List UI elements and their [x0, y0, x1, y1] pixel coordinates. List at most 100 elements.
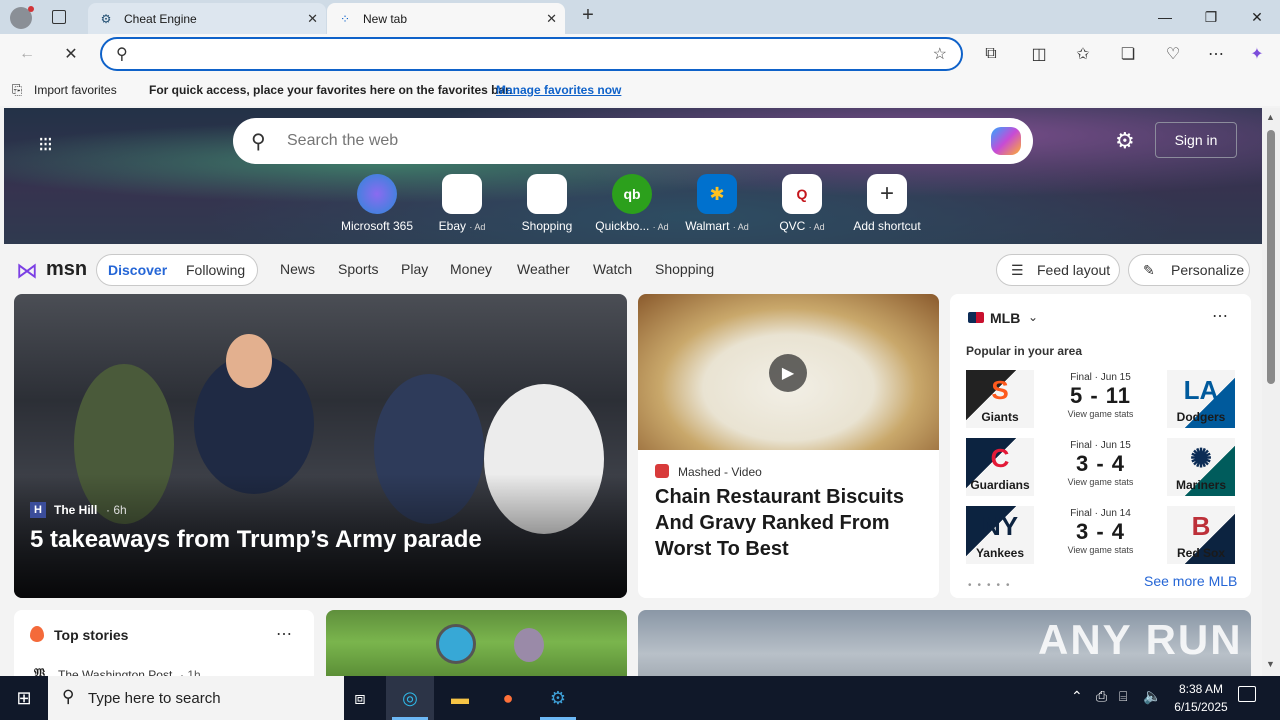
close-tab-icon[interactable]: ✕ [307, 11, 318, 27]
scrollbar-thumb[interactable] [1267, 130, 1275, 384]
notifications-icon[interactable] [1238, 686, 1256, 702]
tab-actions-icon[interactable] [52, 10, 66, 24]
shortcut-qvc[interactable]: Q QVC · Ad [759, 174, 845, 233]
minimize-button[interactable]: — [1142, 0, 1188, 34]
firefox-icon[interactable]: ● [484, 676, 532, 720]
main-story-card[interactable]: H The Hill · 6h 5 takeaways from Trump’s… [14, 294, 627, 598]
shortcut-walmart[interactable]: ✱ Walmart · Ad [674, 174, 760, 233]
clock-time[interactable]: 8:38 AM [1172, 682, 1230, 696]
import-favorites-button[interactable]: Import favorites [34, 83, 117, 97]
tray-app-icon[interactable]: ⎙ [1096, 688, 1107, 705]
stop-loading-icon[interactable]: ✕ [56, 40, 86, 68]
close-tab-icon[interactable]: ✕ [546, 11, 557, 27]
game-row[interactable]: NY Yankees Final · Jun 14 3 - 4 View gam… [966, 506, 1235, 564]
network-icon[interactable]: ⌸ [1119, 688, 1127, 705]
the-hill-icon: H [30, 502, 46, 518]
game-image [436, 624, 476, 664]
play-video-icon[interactable]: ▶ [769, 354, 807, 392]
view-game-stats-link[interactable]: View game stats [1034, 477, 1167, 487]
mashed-icon [655, 464, 669, 478]
nav-weather[interactable]: Weather [517, 261, 570, 277]
restore-button[interactable]: ❐ [1188, 0, 1234, 34]
more-options-icon[interactable]: ⋯ [276, 624, 292, 644]
apps-launcher-icon[interactable]: ⁝⁝⁝ [38, 132, 53, 157]
top-stories-title[interactable]: Top stories [54, 627, 128, 643]
shortcut-shopping[interactable]: 🏷 Shopping [504, 174, 590, 233]
scroll-down-icon[interactable]: ▼ [1266, 659, 1275, 669]
see-more-mlb-link[interactable]: See more MLB [1144, 573, 1237, 589]
back-icon[interactable]: ← [12, 40, 42, 68]
web-search-input[interactable] [287, 130, 947, 152]
favorite-star-icon[interactable]: ☆ [933, 44, 947, 64]
copilot-icon[interactable] [991, 127, 1021, 155]
game-row[interactable]: C Guardians Final · Jun 15 3 - 4 View ga… [966, 438, 1235, 496]
edge-icon[interactable]: ◎ [386, 676, 434, 720]
cheat-engine-icon[interactable]: ⚙ [534, 676, 582, 720]
extensions-icon[interactable]: ⧉ [976, 40, 1006, 68]
clock-date[interactable]: 6/15/2025 [1168, 700, 1234, 714]
address-input[interactable] [142, 43, 902, 65]
more-menu-icon[interactable]: ⋯ [1201, 40, 1231, 68]
nav-shopping[interactable]: Shopping [655, 261, 714, 277]
nav-watch[interactable]: Watch [593, 261, 632, 277]
view-game-stats-link[interactable]: View game stats [1034, 409, 1167, 419]
mlb-title[interactable]: MLB [990, 310, 1020, 326]
cheat-engine-icon: ⚙ [100, 11, 112, 26]
away-team[interactable]: B Red Sox [1167, 506, 1235, 564]
away-team[interactable]: ✺ Mariners [1167, 438, 1235, 496]
home-team[interactable]: S Giants [966, 370, 1034, 428]
nav-play[interactable]: Play [401, 261, 428, 277]
sign-in-button[interactable]: Sign in [1155, 122, 1237, 158]
split-screen-icon[interactable]: ◫ [1024, 40, 1054, 68]
start-windows-icon[interactable]: ⊞ [0, 676, 48, 720]
vertical-scrollbar[interactable]: ▲ ▼ [1262, 108, 1280, 676]
story-headline[interactable]: 5 takeaways from Trump’s Army parade [30, 526, 482, 554]
home-team[interactable]: C Guardians [966, 438, 1034, 496]
show-hidden-icons[interactable]: ⌃ [1071, 688, 1083, 705]
game-promo-card[interactable] [326, 610, 627, 676]
msn-logo[interactable]: msn [46, 258, 87, 281]
taskbar-search-box[interactable]: ⚲ Type here to search [48, 676, 344, 720]
settings-gear-icon[interactable]: ⚙ [1115, 128, 1135, 154]
file-explorer-icon[interactable]: ▬ [436, 676, 484, 720]
story-headline[interactable]: Chain Restaurant Biscuits And Gravy Rank… [655, 484, 925, 562]
volume-icon[interactable]: 🔈 [1143, 687, 1162, 705]
personalize-button[interactable]: ✎ Personalize [1128, 254, 1250, 286]
home-team[interactable]: NY Yankees [966, 506, 1034, 564]
manage-favorites-link[interactable]: Manage favorites now [496, 83, 621, 97]
scroll-up-icon[interactable]: ▲ [1266, 112, 1275, 122]
more-options-icon[interactable]: ⋯ [1212, 306, 1228, 326]
feed-layout-button[interactable]: ☰ Feed layout [996, 254, 1120, 286]
loading-icon: ⁘ [339, 11, 351, 26]
address-bar[interactable]: ⚲ ☆ [100, 37, 963, 71]
away-team[interactable]: LA Dodgers [1167, 370, 1235, 428]
game-row[interactable]: S Giants Final · Jun 15 5 - 11 View game… [966, 370, 1235, 428]
tab-following[interactable]: Following [186, 262, 245, 278]
food-story-card[interactable]: ▶ Mashed - Video Chain Restaurant Biscui… [638, 294, 939, 598]
collections-icon[interactable]: ❏ [1113, 40, 1143, 68]
tab-discover[interactable]: Discover [108, 262, 167, 278]
browser-essentials-icon[interactable]: ♡ [1158, 40, 1188, 68]
new-tab-button[interactable]: + [576, 4, 600, 30]
shortcut-microsoft-365[interactable]: Microsoft 365 [334, 174, 420, 233]
building-story-card[interactable]: ANY RUN [638, 610, 1251, 676]
shortcut-quickbooks[interactable]: qb Quickbo... · Ad [589, 174, 675, 233]
msn-logo-icon[interactable]: ⋈ [16, 258, 38, 284]
story-age: · 6h [106, 503, 127, 517]
view-game-stats-link[interactable]: View game stats [1034, 545, 1167, 555]
ebay-icon: 🛍 [442, 174, 482, 214]
task-view-icon[interactable]: ⧈ [336, 676, 384, 720]
web-search-box[interactable]: ⚲ [233, 118, 1033, 164]
tab-cheat-engine[interactable]: ⚙ Cheat Engine ✕ [88, 3, 326, 34]
nav-money[interactable]: Money [450, 261, 492, 277]
shortcut-ebay[interactable]: 🛍 Ebay · Ad [419, 174, 505, 233]
copilot-icon[interactable]: ✦ [1242, 40, 1272, 68]
shortcut-add[interactable]: + Add shortcut [844, 174, 930, 233]
nav-news[interactable]: News [280, 261, 315, 277]
chevron-down-icon[interactable]: ⌄ [1028, 310, 1038, 324]
carousel-dots[interactable]: ••••• [968, 580, 1016, 591]
favorites-icon[interactable]: ✩ [1068, 40, 1098, 68]
tab-new-tab[interactable]: ⁘ New tab ✕ [327, 3, 565, 34]
close-window-button[interactable]: ✕ [1234, 0, 1280, 34]
nav-sports[interactable]: Sports [338, 261, 378, 277]
